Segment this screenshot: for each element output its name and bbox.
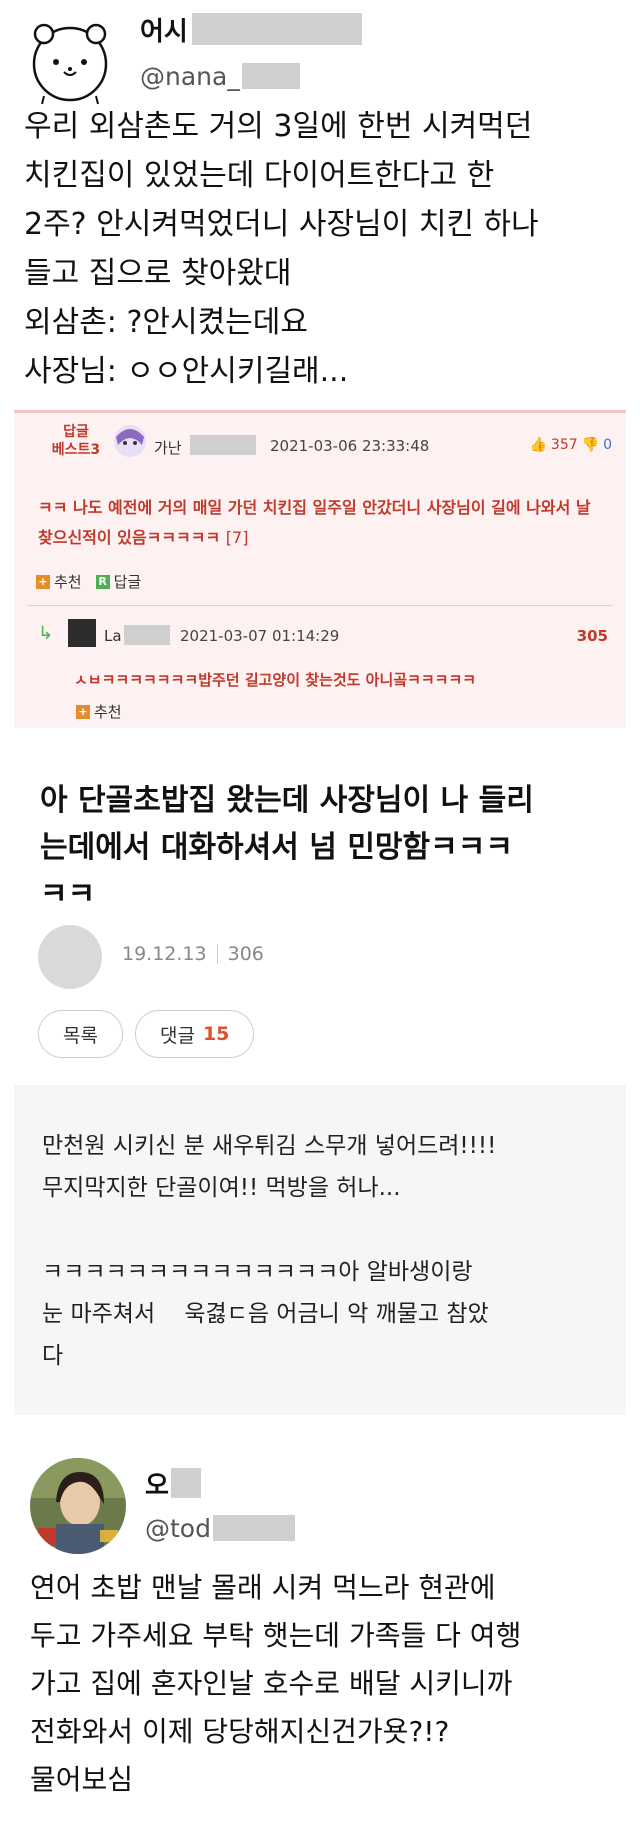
tweet-line: 2주? 안시켜먹었더니 사장님이 치킨 하나 [24, 207, 539, 242]
title-line: ㅋㅋ [40, 877, 96, 912]
thumbs-up-icon[interactable]: 👍 [529, 437, 546, 453]
profile-photo-avatar[interactable] [30, 1458, 126, 1554]
plus-icon: + [76, 704, 90, 719]
list-button[interactable]: 목록 [38, 1010, 123, 1058]
reply-author[interactable]: La [104, 627, 122, 645]
tweet-1: 어시 @nana_ 우리 외삼촌도 거의 3일에 한번 시켜먹던 치킨집이 있었… [0, 0, 640, 410]
view-count: 306 [227, 943, 264, 965]
body-line: 무지막지한 단골이여!! 먹방을 허나... [42, 1175, 401, 1201]
reply-avatar[interactable] [68, 619, 96, 647]
post-body: 만천원 시키신 분 새우튀김 스무개 넣어드려!!!! 무지막지한 단골이여!!… [42, 1125, 612, 1377]
dislike-count: 0 [603, 437, 612, 453]
title-line: 는데에서 대화하셔서 넘 민망함ㅋㅋㅋ [40, 830, 513, 865]
comment-count: 15 [202, 1023, 230, 1045]
redaction-bar [191, 13, 362, 45]
body-line: ㅋㅋㅋㅋㅋㅋㅋㅋㅋㅋㅋㅋㅋㅋ아 알바생이랑 [42, 1259, 473, 1285]
best-reply-badge: 답글 베스트3 [51, 424, 101, 458]
reply-like-count: 305 [576, 627, 608, 645]
body-line [42, 1209, 612, 1251]
tweet-line: 전화와서 이제 당당해지신건가욧?!? [30, 1715, 450, 1748]
tweet-text: 연어 초밥 맨날 몰래 시켜 먹느라 현관에 두고 가주세요 부탁 햇는데 가족… [30, 1564, 630, 1804]
title-line: 아 단골초밥집 왔는데 사장님이 나 들리 [40, 783, 534, 818]
best-comment-card: 답글 베스트3 가난 2021-03-06 23:33:48 👍 357 👎 0… [14, 410, 626, 728]
post-title[interactable]: 아 단골초밥집 왔는데 사장님이 나 들리 는데에서 대화하셔서 넘 민망함ㅋㅋ… [40, 777, 600, 918]
plus-icon: + [36, 574, 50, 589]
comment-text: ㅋㅋ 나도 예전에 거의 매일 가던 치킨집 일주일 안갔더니 사장님이 길에 … [38, 498, 591, 547]
tweet-line: 들고 집으로 찾아왔대 [24, 256, 292, 291]
thumbs-down-icon[interactable]: 👎 [582, 437, 599, 453]
reply-r-icon: R [95, 574, 110, 589]
body-line: 만천원 시키신 분 새우튀김 스무개 넣어드려!!!! [42, 1133, 497, 1159]
body-line: 눈 마주쳐서 욱겷ㄷ음 어금니 악 깨물고 참았 [42, 1301, 489, 1327]
reply-count: [7] [225, 528, 249, 547]
redaction-bar [170, 1468, 201, 1498]
post-content: 만천원 시키신 분 새우튀김 스무개 넣어드려!!!! 무지막지한 단골이여!!… [14, 1085, 626, 1415]
reply-arrow-icon: ↳ [38, 623, 54, 644]
bear-avatar-icon[interactable] [24, 14, 116, 106]
post-date: 19.12.13 [122, 943, 207, 965]
comments-button[interactable]: 댓글 15 [134, 1010, 255, 1058]
recommend-button[interactable]: + 추천 [36, 571, 82, 592]
tweet-line: 외삼촌: ?안시켰는데요 [24, 305, 308, 340]
comment-date: 2021-03-06 23:33:48 [270, 437, 430, 455]
community-post: 아 단골초밥집 왔는데 사장님이 나 들리 는데에서 대화하셔서 넘 민망함ㅋㅋ… [14, 745, 626, 1085]
body-line: 다 [42, 1343, 64, 1369]
tweet-text: 우리 외삼촌도 거의 3일에 한번 시켜먹던 치킨집이 있었는데 다이어트한다고… [24, 102, 624, 396]
like-count: 357 [550, 437, 578, 453]
tweet-line: 물어보심 [30, 1763, 134, 1796]
redaction-bar [190, 435, 256, 455]
redaction-bar [212, 1515, 295, 1541]
tweet-line: 두고 가주세요 부탁 햇는데 가족들 다 여행 [30, 1619, 522, 1652]
redaction-bar [241, 63, 300, 89]
tweet-line: 연어 초밥 맨날 몰래 시켜 먹느라 현관에 [30, 1571, 496, 1604]
anime-avatar-icon[interactable] [112, 423, 148, 459]
redaction-bar [124, 625, 170, 645]
vote-counts: 👍 357 👎 0 [529, 437, 612, 453]
display-name[interactable]: 오 [145, 1465, 169, 1502]
reply-date: 2021-03-07 01:14:29 [180, 627, 340, 645]
reply-text: ㅅㅂㅋㅋㅋㅋㅋㅋㅋ밥주던 길고양이 찾는것도 아니곸ㅋㅋㅋㅋㅋ [74, 671, 477, 689]
tweet-line: 우리 외삼촌도 거의 3일에 한번 시켜먹던 [24, 109, 533, 144]
tweet-line: 가고 집에 혼자인날 호수로 배달 시키니까 [30, 1667, 513, 1700]
reply-recommend-button[interactable]: + 추천 [76, 701, 122, 722]
post-meta: 19.12.13 306 [122, 943, 264, 965]
reply-button[interactable]: R 답글 [95, 571, 141, 592]
tweet-line: 사장님: ㅇㅇ안시키길래... [24, 354, 349, 389]
tweet-2: 오 @tod 연어 초밥 맨날 몰래 시켜 먹느라 현관에 두고 가주세요 부탁… [0, 1428, 640, 1838]
divider [216, 944, 218, 964]
comment-author[interactable]: 가난 [154, 437, 182, 458]
user-handle[interactable]: @nana_ [140, 62, 240, 91]
user-handle[interactable]: @tod [145, 1514, 211, 1543]
tweet-line: 치킨집이 있었는데 다이어트한다고 한 [24, 158, 495, 193]
avatar[interactable] [38, 925, 102, 989]
divider [28, 605, 612, 606]
display-name[interactable]: 어시 [140, 11, 188, 48]
